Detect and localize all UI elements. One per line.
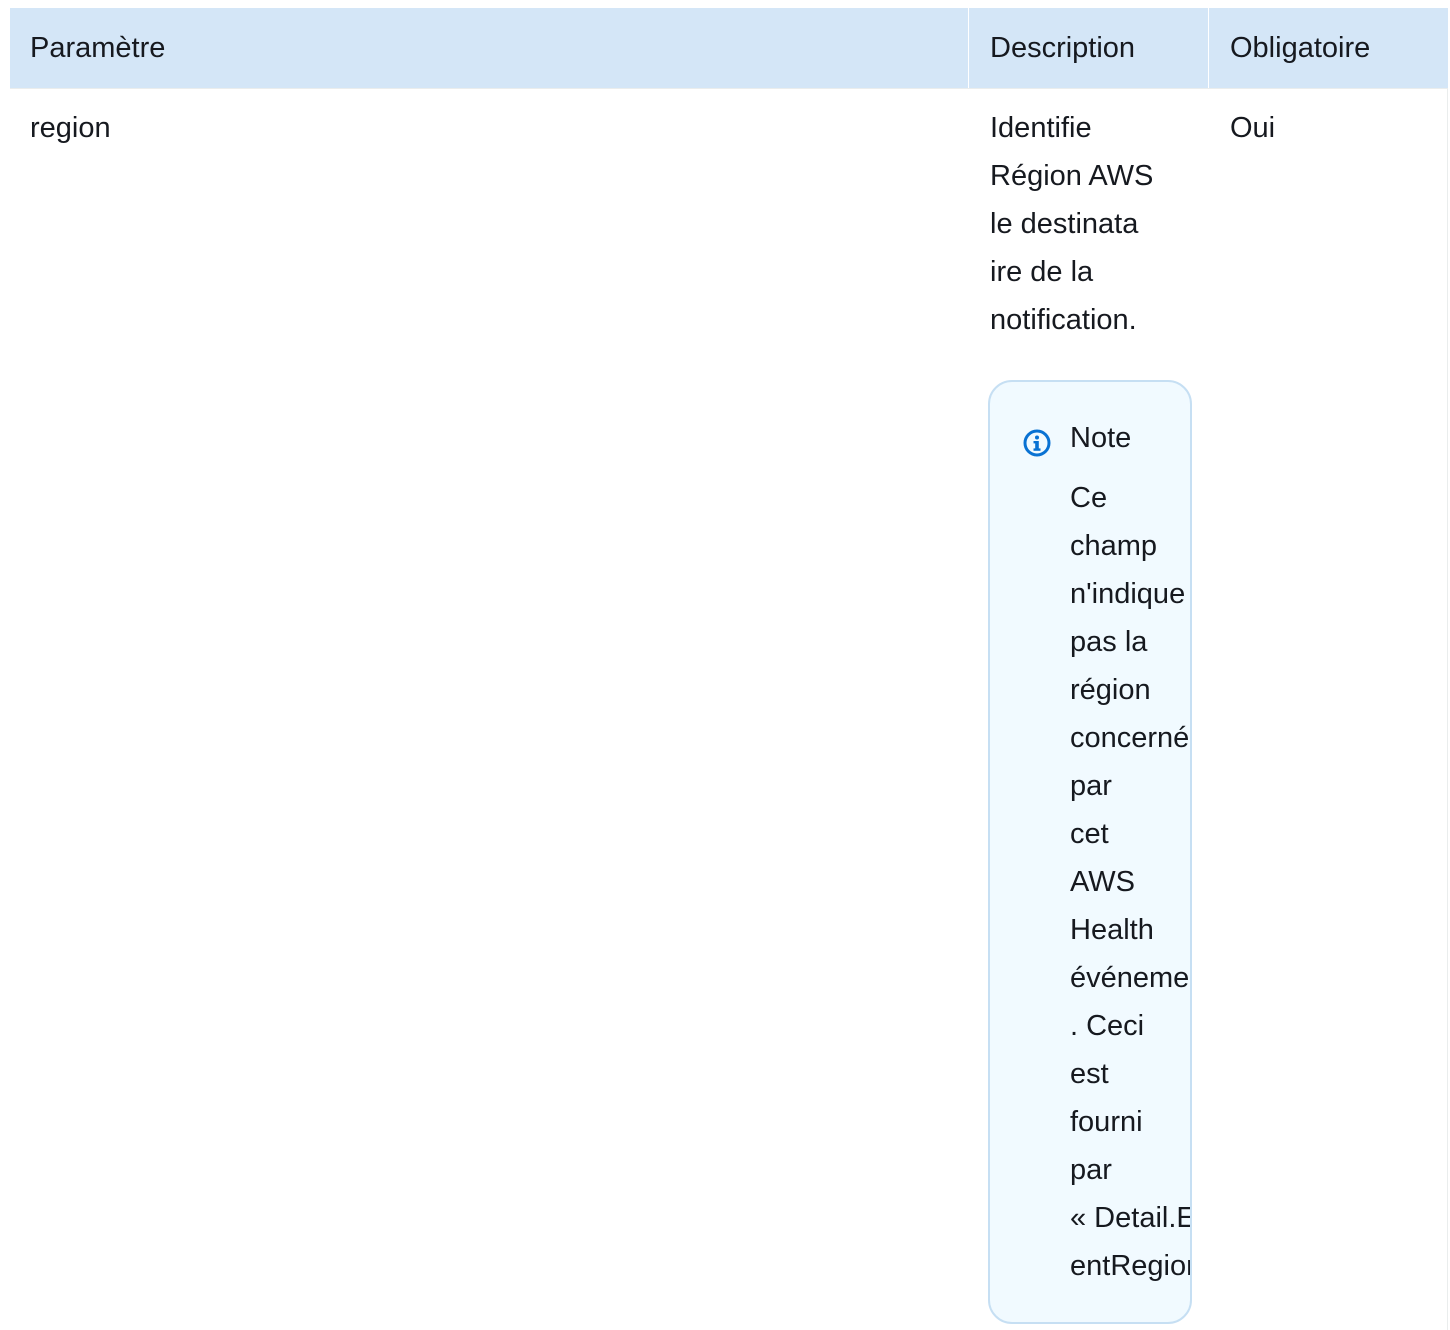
- info-icon: [1023, 429, 1051, 457]
- note-line: cet: [1070, 818, 1109, 850]
- note-body: Ce champ n'indique pas la région concern…: [1070, 474, 1192, 1290]
- cell-parameter: region: [30, 112, 111, 144]
- note-line: est: [1070, 1058, 1109, 1090]
- note-callout: Note Ce champ n'indique pas la région co…: [988, 380, 1192, 1324]
- header-parameter: Paramètre: [30, 32, 166, 64]
- header-required: Obligatoire: [1230, 32, 1371, 64]
- description-line: notification.: [990, 304, 1137, 336]
- note-line: fourni: [1070, 1106, 1143, 1138]
- note-line: champ: [1070, 530, 1158, 562]
- column-divider: [1208, 8, 1209, 88]
- note-line: par: [1070, 770, 1112, 802]
- note-line: Ce: [1070, 482, 1108, 514]
- note-line: région: [1070, 674, 1151, 706]
- note-line: n'indique: [1070, 578, 1186, 610]
- header-description: Description: [990, 32, 1136, 64]
- note-title: Note: [1070, 422, 1132, 454]
- note-line: . Ceci: [1070, 1010, 1145, 1042]
- note-line: Health: [1070, 914, 1154, 946]
- cell-description: Identifie Région AWS le destinata ire de…: [990, 104, 1190, 344]
- description-line: ire de la: [990, 256, 1094, 288]
- description-line: le destinata: [990, 208, 1139, 240]
- parameters-table: Paramètre Description Obligatoire region…: [10, 8, 1448, 1330]
- table-header: Paramètre Description Obligatoire: [10, 8, 1448, 88]
- note-line: événement: [1070, 962, 1190, 994]
- note-line: entRegion: [1070, 1250, 1192, 1282]
- note-line: « Detail.Ev: [1070, 1202, 1190, 1234]
- description-line: Identifie: [990, 112, 1092, 144]
- note-line: AWS: [1070, 866, 1135, 898]
- note-line: concernée: [1070, 722, 1192, 754]
- cell-required: Oui: [1230, 112, 1276, 144]
- note-line: pas la: [1070, 626, 1148, 658]
- page: Paramètre Description Obligatoire region…: [0, 0, 1450, 1330]
- column-divider: [968, 8, 969, 88]
- note-line: par: [1070, 1154, 1112, 1186]
- row-divider: [10, 88, 1448, 89]
- table-edge: [1447, 88, 1448, 1330]
- description-line: Région AWS: [990, 160, 1154, 192]
